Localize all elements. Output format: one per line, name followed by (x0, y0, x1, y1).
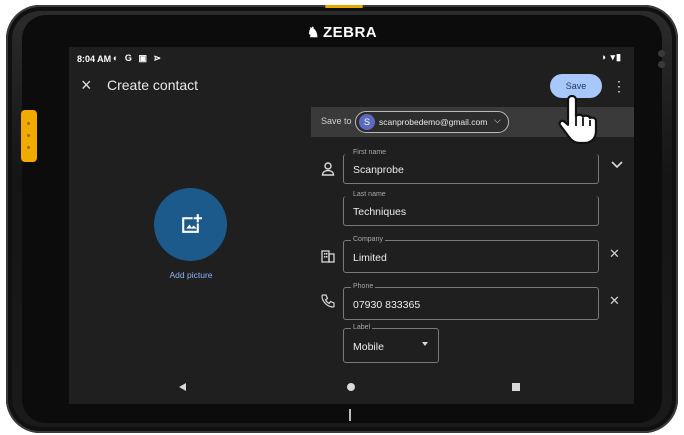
brand-name: ZEBRA (322, 24, 378, 41)
status-time: 8:04 AM (77, 54, 112, 64)
last-name-value: Techniques (353, 206, 407, 218)
person-icon (321, 162, 335, 176)
account-selector[interactable]: S scanprobedemo@gmail.com ⌵ (355, 111, 509, 133)
save-to-label: Save to (321, 116, 352, 126)
zebra-head-icon: ♞ (306, 24, 320, 40)
last-name-label: Last name (351, 191, 388, 198)
home-icon[interactable] (347, 383, 355, 391)
expand-name-icon[interactable] (610, 160, 624, 170)
navigation-bar (69, 373, 634, 401)
home-indicator (349, 409, 351, 421)
add-picture-link[interactable]: Add picture (145, 270, 237, 280)
phone-type-select[interactable]: Label Mobile (343, 324, 439, 363)
close-icon[interactable]: × (81, 75, 92, 95)
phone-icon (321, 294, 335, 308)
system-status-icons: ◑ ▾▮ (600, 52, 622, 62)
brand-logo: ♞ ZEBRA (0, 24, 684, 41)
add-photo-button[interactable] (154, 188, 227, 261)
company-icon (321, 250, 335, 263)
camera-sensor (656, 46, 666, 82)
hand-cursor-icon (558, 94, 598, 145)
back-icon[interactable] (179, 383, 186, 391)
more-options-icon[interactable]: ⋮ (612, 77, 626, 95)
account-email: scanprobedemo@gmail.com (379, 117, 488, 127)
company-field[interactable]: Company Limited (343, 236, 599, 273)
status-bar: 8:04 AM ◐ G ▣ ⋗ ◑ ▾▮ (69, 47, 634, 67)
phone-value: 07930 833365 (353, 299, 421, 311)
side-scan-button[interactable] (21, 110, 37, 162)
top-accent-strip (325, 5, 363, 8)
company-label: Company (351, 236, 385, 243)
clear-company-icon[interactable]: ✕ (609, 247, 620, 260)
first-name-field[interactable]: First name Scanprobe (343, 149, 599, 184)
screen: 8:04 AM ◐ G ▣ ⋗ ◑ ▾▮ × Create contact Sa… (69, 47, 634, 404)
page-title: Create contact (107, 77, 199, 93)
last-name-field[interactable]: Last name Techniques (343, 191, 599, 226)
company-value: Limited (353, 252, 387, 264)
first-name-value: Scanprobe (353, 164, 404, 176)
clear-phone-icon[interactable]: ✕ (609, 294, 620, 307)
account-avatar: S (359, 114, 375, 130)
first-name-label: First name (351, 149, 389, 156)
phone-type-label: Label (351, 324, 373, 331)
phone-type-value: Mobile (353, 341, 384, 353)
phone-label: Phone (351, 283, 376, 290)
chevron-down-icon: ⌵ (494, 115, 501, 125)
add-photo-icon (182, 214, 202, 233)
phone-field[interactable]: Phone 07930 833365 (343, 283, 599, 320)
dropdown-arrow-icon (422, 342, 428, 346)
recents-icon[interactable] (512, 383, 520, 391)
notification-icons: ◐ G ▣ ⋗ (113, 53, 163, 63)
